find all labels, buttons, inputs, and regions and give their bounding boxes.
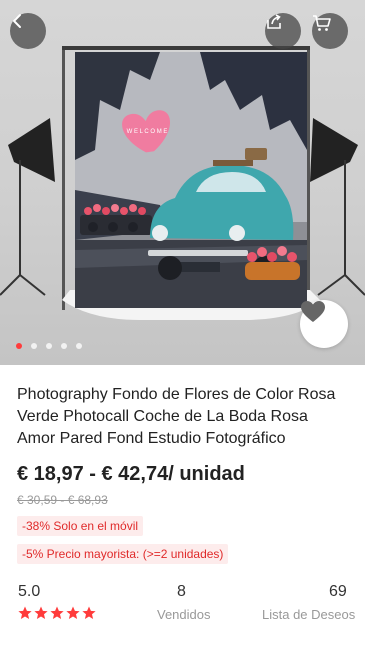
cart-button[interactable]	[312, 13, 348, 49]
chevron-left-icon	[13, 14, 21, 28]
wishlist-label: Lista de Deseos	[262, 607, 356, 622]
sold-count: 8	[177, 583, 186, 600]
product-info: Photography Fondo de Flores de Color Ros…	[0, 365, 365, 564]
rating-stars[interactable]	[18, 606, 96, 620]
pagination-dot[interactable]	[61, 343, 67, 349]
cart-icon	[313, 15, 331, 31]
sold-label: Vendidos	[157, 607, 211, 622]
promo-badge-mobile: -38% Solo en el móvil	[17, 516, 144, 536]
pagination-dot[interactable]	[46, 343, 52, 349]
rating-value: 5.0	[18, 583, 41, 600]
heart-sign-text: W E L C O M E	[127, 129, 168, 135]
star-icon	[66, 606, 80, 619]
original-price: € 30,59 - € 68,93	[17, 493, 108, 507]
product-image-gallery[interactable]: W E L C O M E	[0, 0, 365, 365]
wishlist-count: 69	[329, 583, 347, 600]
pagination-dot[interactable]	[31, 343, 37, 349]
star-icon	[50, 606, 64, 619]
share-icon	[267, 14, 281, 29]
star-icon	[18, 606, 32, 619]
star-icon	[82, 606, 96, 619]
favorite-button[interactable]	[300, 300, 348, 348]
product-price: € 18,97 - € 42,74/ unidad	[17, 463, 245, 485]
heart-icon	[301, 301, 325, 322]
share-button[interactable]	[265, 13, 301, 49]
back-button[interactable]	[10, 13, 46, 49]
gallery-pagination	[16, 343, 82, 349]
pagination-dot[interactable]	[76, 343, 82, 349]
promo-badge-wholesale[interactable]: -5% Precio mayorista: (>=2 unidades)	[17, 544, 229, 564]
star-icon	[34, 606, 48, 619]
product-title: Photography Fondo de Flores de Color Ros…	[17, 386, 336, 447]
pagination-dot-active[interactable]	[16, 343, 22, 349]
